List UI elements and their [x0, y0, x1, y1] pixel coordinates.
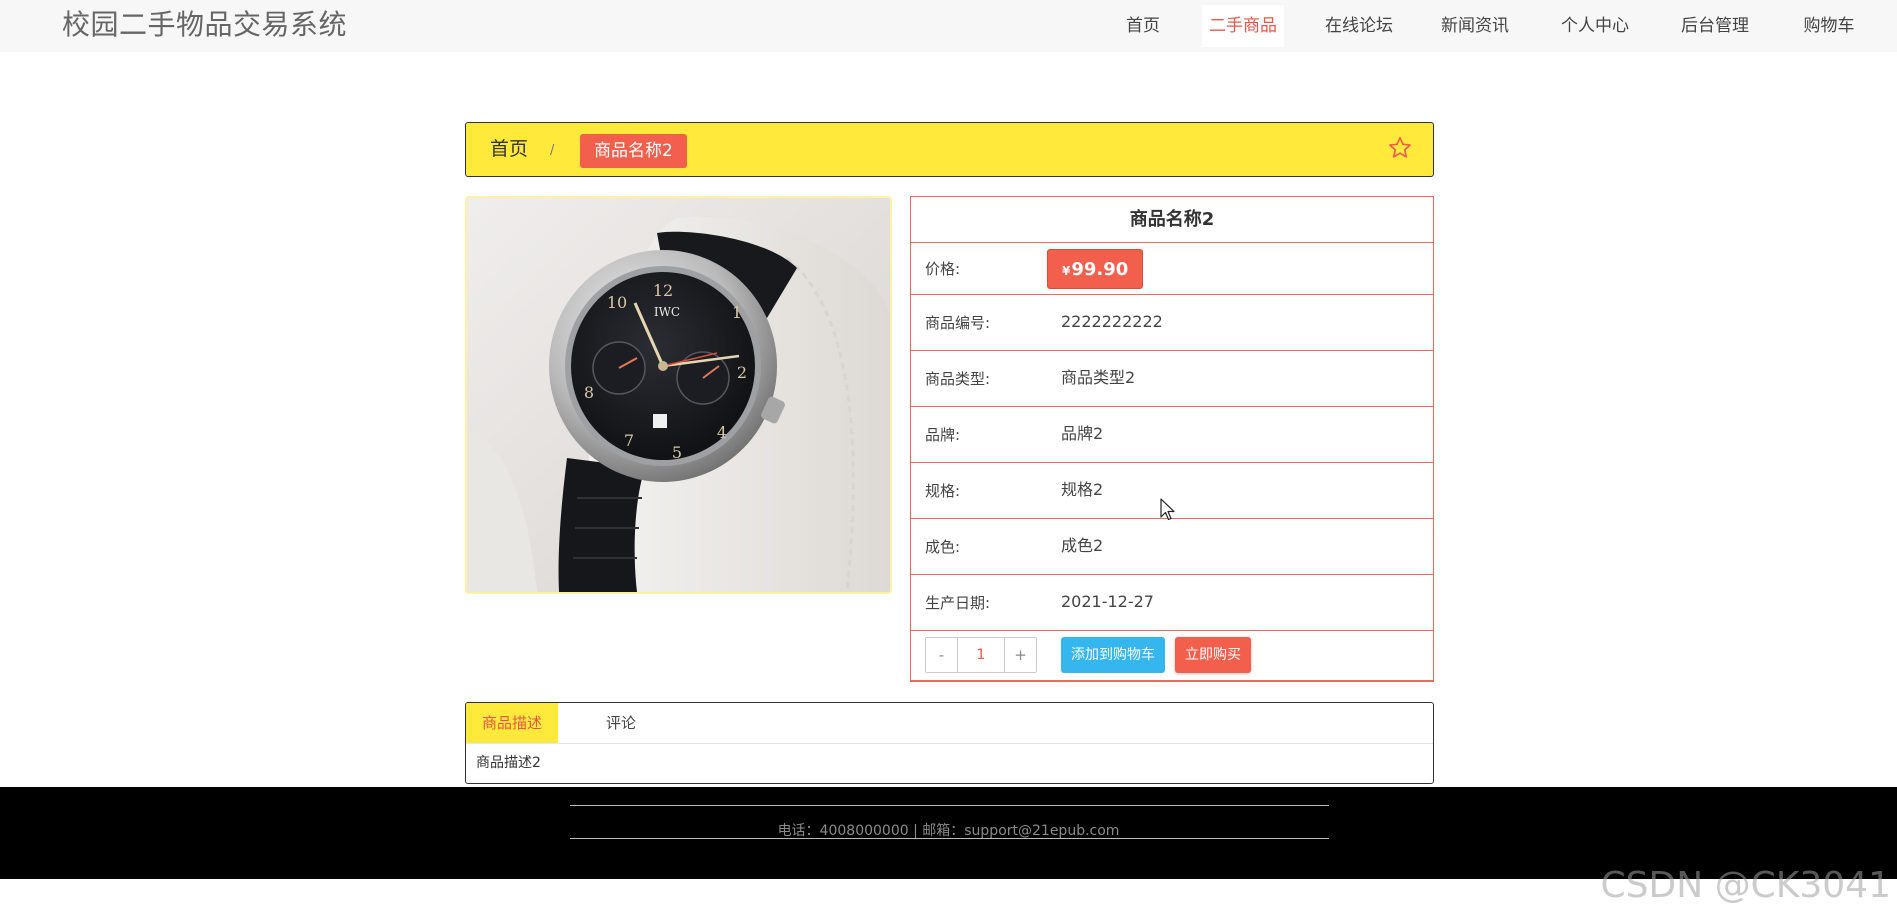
quantity-stepper: - +: [925, 637, 1037, 673]
add-to-cart-button[interactable]: 添加到购物车: [1061, 637, 1165, 673]
wristwatch-icon: 12 1 2 10 8 7 5 4 IWC: [467, 198, 890, 592]
svg-text:IWC: IWC: [654, 305, 680, 319]
currency-symbol: ¥: [1062, 264, 1071, 278]
detail-label: 商品类型:: [925, 370, 991, 388]
svg-text:4: 4: [717, 423, 727, 442]
price-row: 价格: ¥99.90: [911, 243, 1433, 295]
mouse-cursor-icon: [1160, 498, 1175, 521]
svg-text:12: 12: [653, 281, 673, 300]
nav-item-admin[interactable]: 后台管理: [1677, 5, 1753, 47]
star-icon[interactable]: [1387, 135, 1413, 161]
svg-text:7: 7: [624, 431, 634, 450]
svg-text:10: 10: [607, 293, 627, 312]
detail-value: 品牌2: [1061, 424, 1104, 443]
nav-item-cart[interactable]: 购物车: [1800, 5, 1858, 47]
csdn-watermark: CSDN @CK3041: [1600, 865, 1891, 906]
nav-item-news[interactable]: 新闻资讯: [1437, 5, 1513, 47]
detail-value: 商品类型2: [1061, 368, 1136, 387]
detail-value: 2021-12-27: [1061, 592, 1154, 611]
svg-text:8: 8: [584, 383, 594, 402]
detail-label: 商品编号:: [925, 314, 991, 332]
breadcrumb: 首页 / 商品名称2: [465, 122, 1434, 177]
detail-label: 品牌:: [925, 426, 961, 444]
tab-content: 商品描述2: [476, 755, 541, 771]
breadcrumb-separator: /: [550, 143, 555, 158]
svg-text:1: 1: [732, 303, 742, 322]
footer-divider-bottom: [570, 838, 1329, 839]
product-name: 商品名称2: [911, 197, 1433, 243]
top-navbar: 校园二手物品交易系统 首页 二手商品 在线论坛 新闻资讯 个人中心 后台管理 购…: [0, 0, 1897, 52]
breadcrumb-current: 商品名称2: [580, 134, 687, 168]
detail-row-condition: 成色: 成色2: [911, 519, 1433, 575]
detail-row-product-id: 商品编号: 2222222222: [911, 295, 1433, 351]
buy-now-button[interactable]: 立即购买: [1175, 637, 1251, 673]
product-detail-table: 商品名称2 价格: ¥99.90 商品编号: 2222222222 商品类型: …: [910, 196, 1434, 682]
svg-text:5: 5: [672, 443, 682, 462]
detail-label: 生产日期:: [925, 594, 991, 612]
nav-item-forum[interactable]: 在线论坛: [1321, 5, 1397, 47]
product-image: 12 1 2 10 8 7 5 4 IWC: [465, 196, 892, 594]
detail-value: 规格2: [1061, 480, 1104, 499]
tab-description[interactable]: 商品描述: [466, 703, 558, 743]
detail-label: 规格:: [925, 482, 961, 500]
breadcrumb-home-link[interactable]: 首页: [490, 123, 528, 176]
footer-divider-top: [570, 805, 1329, 806]
quantity-minus-button[interactable]: -: [926, 638, 958, 672]
tab-header: 商品描述 评论: [466, 703, 1433, 744]
detail-row-product-type: 商品类型: 商品类型2: [911, 351, 1433, 407]
nav-item-personal-center[interactable]: 个人中心: [1557, 5, 1633, 47]
nav-menu: 首页 二手商品 在线论坛 新闻资讯 个人中心 后台管理 购物车: [0, 5, 1897, 47]
price-label: 价格:: [925, 260, 961, 278]
purchase-actions: - + 添加到购物车 立即购买: [911, 631, 1433, 679]
quantity-input[interactable]: [958, 638, 1004, 672]
detail-value: 成色2: [1061, 536, 1104, 555]
detail-label: 成色:: [925, 538, 961, 556]
nav-item-second-hand[interactable]: 二手商品: [1202, 5, 1284, 47]
price-badge: ¥99.90: [1047, 249, 1144, 289]
detail-row-production-date: 生产日期: 2021-12-27: [911, 575, 1433, 631]
product-tabs: 商品描述 评论 商品描述2: [465, 702, 1434, 784]
detail-row-brand: 品牌: 品牌2: [911, 407, 1433, 463]
svg-text:2: 2: [737, 363, 747, 382]
quantity-plus-button[interactable]: +: [1004, 638, 1036, 672]
tab-comments[interactable]: 评论: [586, 703, 656, 743]
detail-value: 2222222222: [1061, 312, 1163, 331]
price-value: 99.90: [1071, 259, 1129, 280]
nav-item-home[interactable]: 首页: [1120, 5, 1166, 47]
